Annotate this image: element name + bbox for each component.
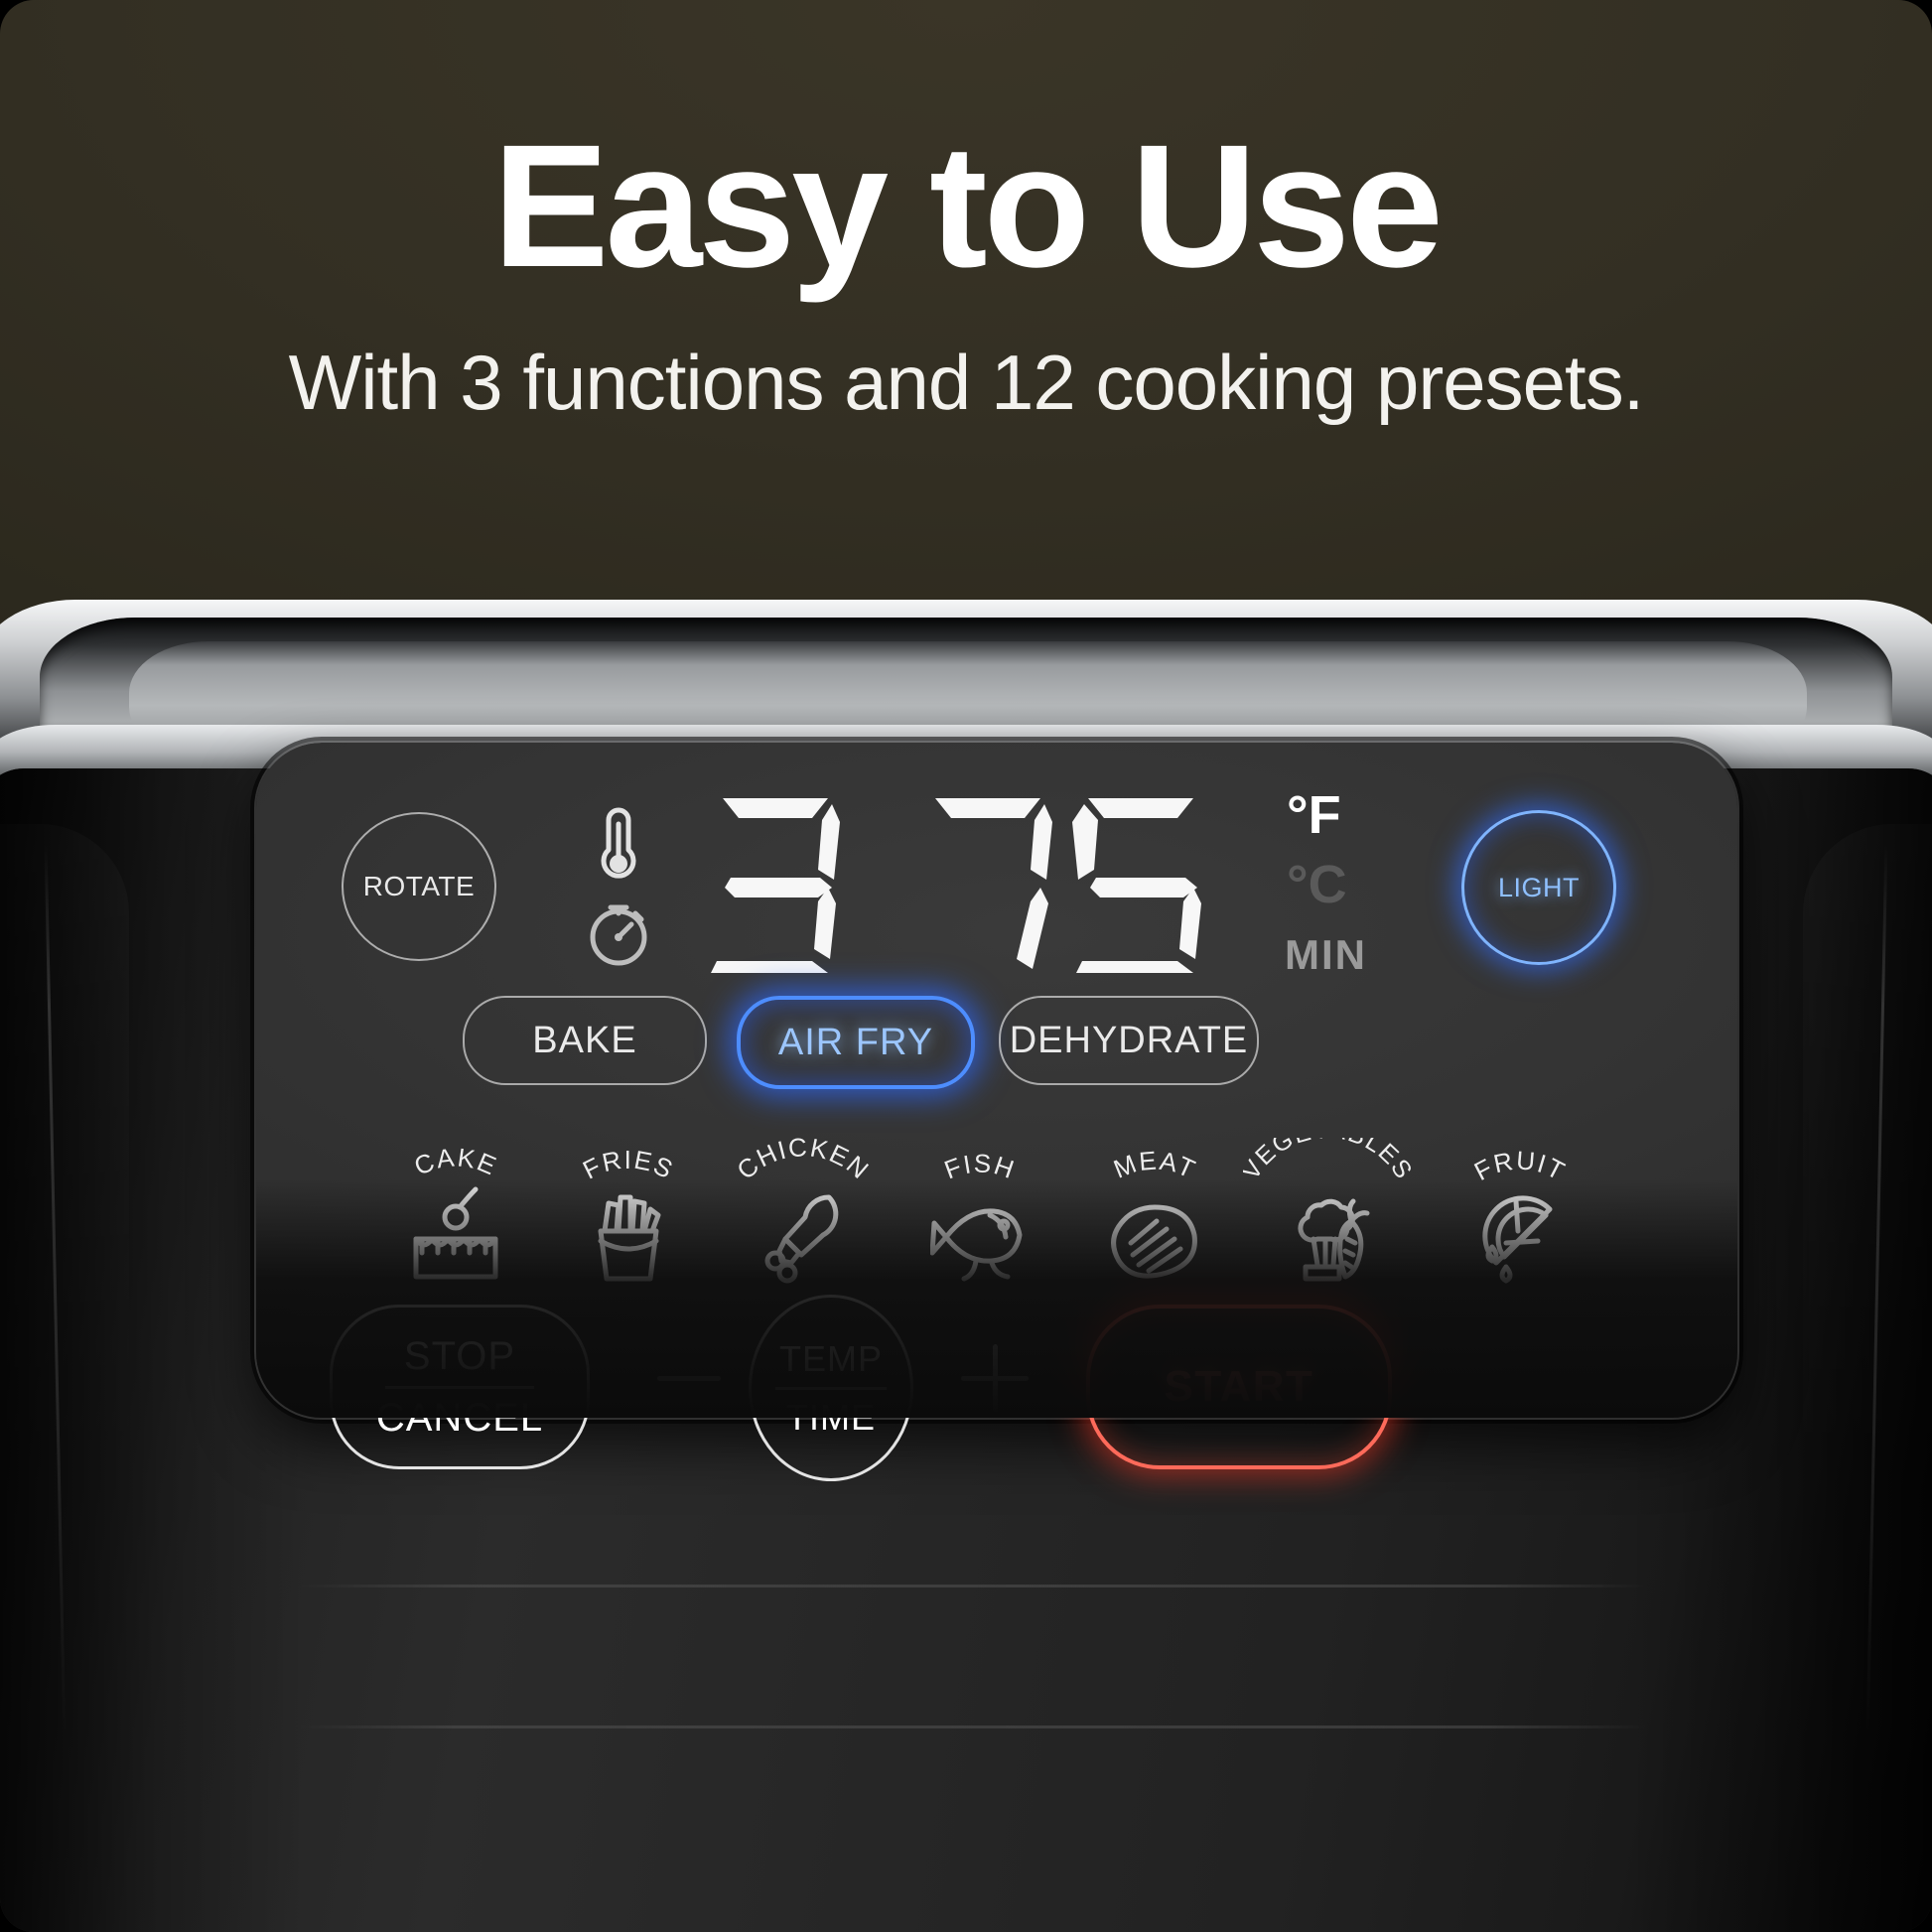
preset-label-vegetables: VEGETABLES xyxy=(1243,1138,1412,1184)
seven-segment-digit-3 xyxy=(1072,798,1201,973)
drawer-seam-lower xyxy=(298,1725,1648,1728)
unit-fahrenheit: °F xyxy=(1287,785,1341,845)
thermometer-icon xyxy=(601,807,636,879)
control-panel[interactable]: ROTATE °F °C MIN LIGHT BAKE AIR FRY DEHY… xyxy=(256,743,1737,1481)
unit-indicators: °F °C MIN xyxy=(1285,784,1406,983)
temperature-display xyxy=(697,792,1253,977)
svg-text:VEGETABLES: VEGETABLES xyxy=(1243,1138,1412,1184)
page-title: Easy to Use xyxy=(492,109,1444,304)
light-button-label: LIGHT xyxy=(1497,872,1580,902)
display-row: ROTATE °F °C MIN LIGHT xyxy=(256,785,1737,978)
svg-text:CHICKEN: CHICKEN xyxy=(731,1138,875,1185)
function-button-air-fry[interactable]: AIR FRY xyxy=(737,996,975,1089)
panel-bottom-shadow xyxy=(256,1179,1737,1418)
seven-segment-digit-2 xyxy=(935,798,1052,969)
stopwatch-icon xyxy=(590,904,647,966)
headline-block: Easy to Use With 3 functions and 12 cook… xyxy=(0,0,1932,421)
light-button[interactable]: LIGHT xyxy=(1461,810,1616,965)
svg-text:CAKE: CAKE xyxy=(410,1142,502,1180)
function-label-dehydrate: DEHYDRATE xyxy=(1009,1019,1249,1061)
mode-indicator-column xyxy=(584,794,653,973)
function-button-dehydrate[interactable]: DEHYDRATE xyxy=(999,996,1259,1085)
function-label-bake: BAKE xyxy=(532,1019,637,1061)
unit-minutes: MIN xyxy=(1285,931,1367,978)
rotate-button-label: ROTATE xyxy=(362,871,476,901)
function-button-bake[interactable]: BAKE xyxy=(463,996,707,1085)
preset-label-chicken: CHICKEN xyxy=(731,1138,874,1185)
rotate-button[interactable]: ROTATE xyxy=(342,812,496,961)
function-row: BAKE AIR FRY DEHYDRATE xyxy=(256,996,1737,1095)
air-fryer-appliance: ROTATE °F °C MIN LIGHT BAKE AIR FRY DEHY… xyxy=(0,556,1932,1932)
product-feature-image: Easy to Use With 3 functions and 12 cook… xyxy=(0,0,1932,1932)
unit-celsius: °C xyxy=(1287,855,1347,914)
preset-label-cake: CAKE xyxy=(410,1142,500,1180)
function-label-air-fry: AIR FRY xyxy=(777,1021,934,1063)
drawer-seam-upper xyxy=(298,1585,1648,1587)
seven-segment-digit-1 xyxy=(711,798,840,973)
page-subtitle: With 3 functions and 12 cooking presets. xyxy=(288,339,1645,426)
